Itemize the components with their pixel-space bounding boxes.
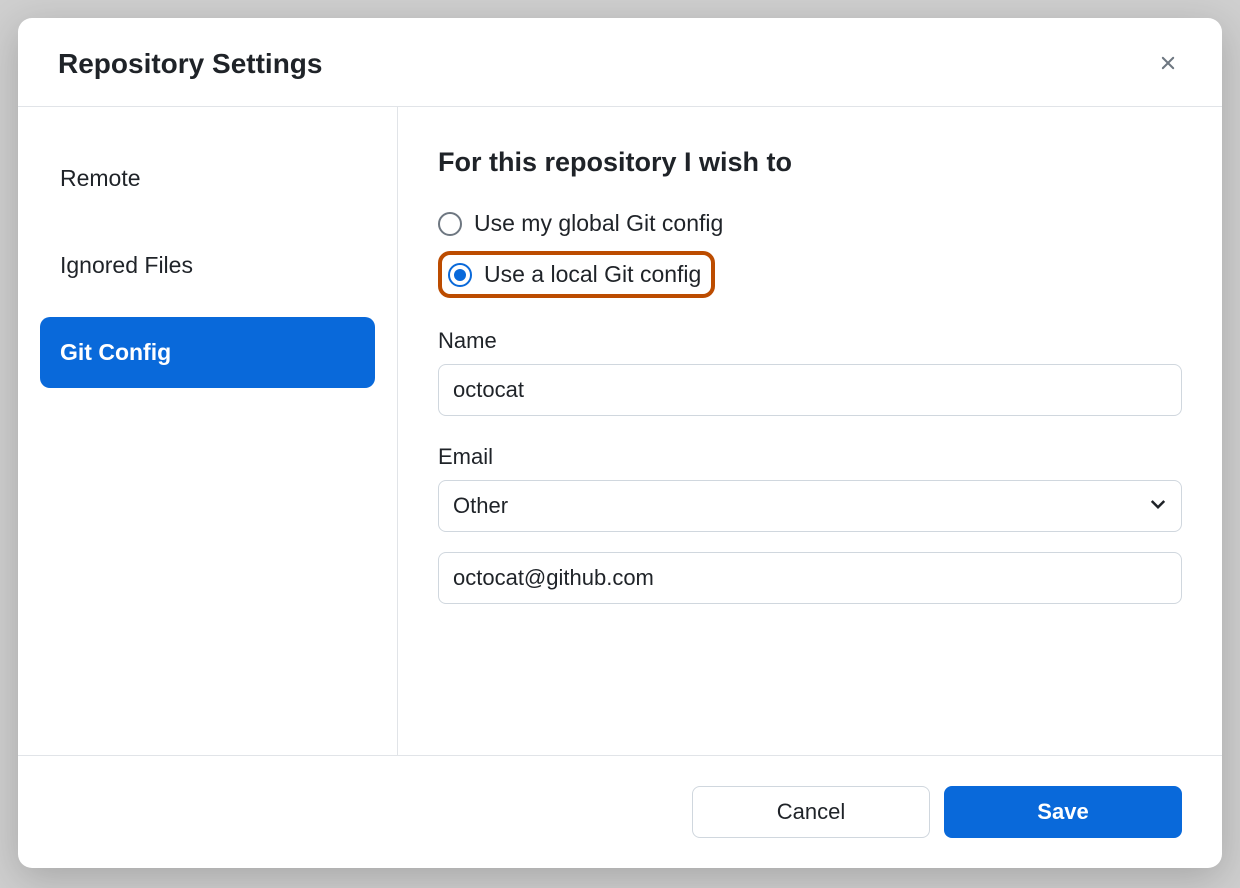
- content-panel: For this repository I wish to Use my glo…: [398, 107, 1222, 755]
- email-select-wrap: Other: [438, 480, 1182, 532]
- name-input[interactable]: [438, 364, 1182, 416]
- git-config-radio-group: Use my global Git config Use a local Git…: [438, 204, 1182, 298]
- content-heading: For this repository I wish to: [438, 147, 1182, 178]
- radio-icon: [448, 263, 472, 287]
- email-select[interactable]: Other: [438, 480, 1182, 532]
- dialog-body: Remote Ignored Files Git Config For this…: [18, 107, 1222, 755]
- radio-use-local-config[interactable]: Use a local Git config: [438, 251, 715, 298]
- close-button[interactable]: [1154, 50, 1182, 78]
- email-label: Email: [438, 444, 1182, 470]
- save-button[interactable]: Save: [944, 786, 1182, 838]
- name-label: Name: [438, 328, 1182, 354]
- repository-settings-dialog: Repository Settings Remote Ignored Files…: [18, 18, 1222, 868]
- dialog-title: Repository Settings: [58, 48, 322, 80]
- close-icon: [1157, 52, 1179, 77]
- radio-icon: [438, 212, 462, 236]
- dialog-header: Repository Settings: [18, 18, 1222, 107]
- radio-use-global-config[interactable]: Use my global Git config: [438, 204, 1182, 243]
- sidebar-item-remote[interactable]: Remote: [40, 143, 375, 214]
- radio-label: Use a local Git config: [484, 261, 701, 288]
- sidebar-item-git-config[interactable]: Git Config: [40, 317, 375, 388]
- cancel-button[interactable]: Cancel: [692, 786, 930, 838]
- email-input[interactable]: [438, 552, 1182, 604]
- dialog-footer: Cancel Save: [18, 755, 1222, 868]
- sidebar-item-ignored-files[interactable]: Ignored Files: [40, 230, 375, 301]
- sidebar: Remote Ignored Files Git Config: [18, 107, 398, 755]
- radio-label: Use my global Git config: [474, 210, 723, 237]
